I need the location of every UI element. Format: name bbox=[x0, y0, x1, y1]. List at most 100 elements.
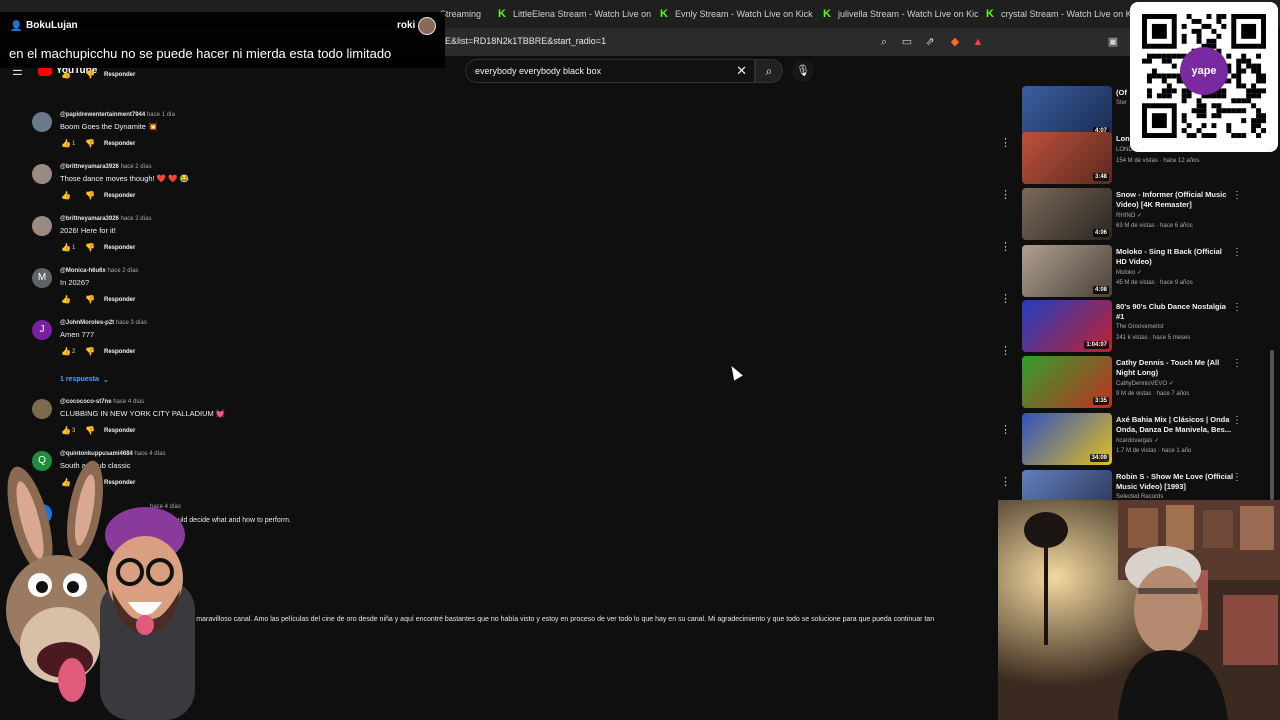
share-icon[interactable]: ⇗ bbox=[922, 34, 938, 50]
video-thumbnail[interactable]: 4:08 bbox=[1022, 245, 1112, 297]
comment-more-icon[interactable]: ⋮ bbox=[1000, 292, 1011, 305]
comment-more-icon[interactable]: ⋮ bbox=[1000, 240, 1011, 253]
qr-module bbox=[1181, 98, 1187, 104]
video-thumbnail[interactable]: 1:04:07 bbox=[1022, 300, 1112, 352]
zoom-icon[interactable]: ⌕ bbox=[876, 34, 892, 50]
reply-button[interactable]: Responder bbox=[104, 428, 135, 434]
video-thumbnail[interactable]: 4:06 bbox=[1022, 188, 1112, 240]
dislike-icon[interactable]: 👎 bbox=[84, 295, 96, 304]
dislike-icon[interactable]: 👎 bbox=[84, 426, 96, 435]
like-icon[interactable]: 👍 bbox=[60, 295, 72, 304]
comment-time[interactable]: hace 4 días bbox=[135, 451, 166, 457]
comment-username[interactable]: @brittneyamara3926 bbox=[60, 164, 119, 170]
video-channel[interactable]: Ster bbox=[1116, 100, 1127, 106]
browser-tab[interactable]: Kjulivella Stream - Watch Live on Kick bbox=[823, 4, 978, 24]
video-thumbnail[interactable]: 3:35 bbox=[1022, 356, 1112, 408]
reply-button[interactable]: Responder bbox=[104, 245, 135, 251]
comment-time[interactable]: hace 1 día bbox=[147, 112, 175, 118]
comment-username[interactable]: @Monica-h6u6x bbox=[60, 268, 106, 274]
video-title[interactable]: Axé Bahia Mix | Clásicos | Onda Onda, Da… bbox=[1116, 415, 1234, 435]
brave-rewards-icon[interactable]: ▲ bbox=[970, 34, 986, 50]
comment-username[interactable]: @cocococo-st7ne bbox=[60, 399, 112, 405]
recommended-video[interactable]: 1:04:07 80's 90's Club Dance Nostalgia #1… bbox=[1022, 300, 1242, 354]
reply-button[interactable]: Responder bbox=[104, 349, 135, 355]
video-thumbnail[interactable]: 3:48 bbox=[1022, 132, 1112, 184]
comment-more-icon[interactable]: ⋮ bbox=[1000, 136, 1011, 149]
cast-icon[interactable]: ▭ bbox=[899, 34, 915, 50]
comment-avatar[interactable] bbox=[32, 112, 52, 132]
browser-tab[interactable]: K Evnly Stream - Watch Live on Kick bbox=[660, 4, 815, 24]
comment-time[interactable]: hace 3 días bbox=[116, 320, 147, 326]
dislike-icon[interactable]: 👎 bbox=[84, 70, 96, 79]
recommended-video[interactable]: 4:08 Moloko - Sing It Back (Official HD V… bbox=[1022, 245, 1242, 299]
like-icon[interactable]: 👍 bbox=[60, 243, 72, 252]
comment-avatar[interactable] bbox=[32, 164, 52, 184]
video-thumbnail[interactable] bbox=[1022, 470, 1112, 500]
comment-username[interactable]: @JohnMoroles-p2t bbox=[60, 320, 114, 326]
comment-time[interactable]: hace 4 días bbox=[113, 399, 144, 405]
comment-more-icon[interactable]: ⋮ bbox=[1000, 344, 1011, 357]
comment-avatar[interactable]: M bbox=[32, 268, 52, 288]
comment-username[interactable]: @quintonkuppusami4684 bbox=[60, 451, 133, 457]
scrollbar-thumb[interactable] bbox=[1270, 350, 1274, 500]
comment-more-icon[interactable]: ⋮ bbox=[1000, 423, 1011, 436]
video-title[interactable]: Moloko - Sing It Back (Official HD Video… bbox=[1116, 247, 1234, 267]
comment-username[interactable]: @papidrewentertainment7944 bbox=[60, 112, 145, 118]
dislike-icon[interactable]: 👎 bbox=[84, 139, 96, 148]
qr-module bbox=[1181, 88, 1187, 94]
reply-button[interactable]: Responder bbox=[104, 141, 135, 147]
browser-tab[interactable]: K LittleElena Stream - Watch Live on Ki bbox=[498, 4, 653, 24]
video-more-icon[interactable]: ⋮ bbox=[1232, 358, 1242, 369]
comment-time[interactable]: hace 2 días bbox=[121, 216, 152, 222]
video-channel[interactable]: ricardovargas ✓ bbox=[1116, 437, 1159, 444]
like-icon[interactable]: 👍 bbox=[60, 191, 72, 200]
replies-toggle[interactable]: 1 respuesta ⌄ bbox=[60, 376, 109, 384]
comment-avatar[interactable] bbox=[32, 399, 52, 419]
recommended-video[interactable]: Robin S - Show Me Love (Official Music V… bbox=[1022, 470, 1242, 500]
video-title[interactable]: 80's 90's Club Dance Nostalgia #1 bbox=[1116, 302, 1234, 322]
video-more-icon[interactable]: ⋮ bbox=[1232, 302, 1242, 313]
comment-avatar[interactable]: J bbox=[32, 320, 52, 340]
qr-module bbox=[1196, 108, 1202, 114]
video-more-icon[interactable]: ⋮ bbox=[1232, 415, 1242, 426]
video-channel[interactable]: The Groovemetist bbox=[1116, 324, 1164, 330]
video-channel[interactable]: Moloko ✓ bbox=[1116, 269, 1142, 276]
like-icon[interactable]: 👍 bbox=[60, 70, 72, 79]
dislike-icon[interactable]: 👎 bbox=[84, 243, 96, 252]
video-title[interactable]: Cathy Dennis - Touch Me (All Night Long) bbox=[1116, 358, 1234, 378]
comment-avatar[interactable] bbox=[32, 216, 52, 236]
dislike-icon[interactable]: 👎 bbox=[84, 347, 96, 356]
video-more-icon[interactable]: ⋮ bbox=[1232, 247, 1242, 258]
video-more-icon[interactable]: ⋮ bbox=[1232, 472, 1242, 483]
recommended-video[interactable]: 34:09 Axé Bahia Mix | Clásicos | Onda Ond… bbox=[1022, 413, 1242, 467]
like-icon[interactable]: 👍 bbox=[60, 347, 72, 356]
sidebar-toggle-icon[interactable]: ▣ bbox=[1105, 34, 1121, 50]
reply-button[interactable]: Responder bbox=[104, 193, 135, 199]
qr-module bbox=[1201, 23, 1207, 29]
dislike-icon[interactable]: 👎 bbox=[84, 191, 96, 200]
comment-time[interactable]: hace 2 días bbox=[121, 164, 152, 170]
comment-more-icon[interactable]: ⋮ bbox=[1000, 475, 1011, 488]
recommended-video[interactable]: 3:35 Cathy Dennis - Touch Me (All Night L… bbox=[1022, 356, 1242, 410]
qr-module bbox=[1216, 93, 1222, 99]
url-text[interactable]: E&list=RD18N2k1TBBRE&start_radio=1 bbox=[445, 36, 606, 46]
video-thumbnail[interactable]: 4:07 bbox=[1022, 86, 1112, 138]
qr-module bbox=[1241, 68, 1247, 74]
reply-button[interactable]: Responder bbox=[104, 297, 135, 303]
comment: M @Monica-h6u6x hace 2 días In 2026? 👍 👎 Resp… bbox=[32, 268, 992, 320]
like-icon[interactable]: 👍 bbox=[60, 139, 72, 148]
video-title[interactable]: Robin S - Show Me Love (Official Music V… bbox=[1116, 472, 1234, 492]
comment-more-icon[interactable]: ⋮ bbox=[1000, 188, 1011, 201]
recommended-video[interactable]: 4:06 Snow - Informer (Official Music Vide… bbox=[1022, 188, 1242, 242]
reply-button[interactable]: Responder bbox=[104, 72, 135, 78]
browser-tab[interactable]: Kcrystal Stream - Watch Live on Kick bbox=[986, 4, 1141, 24]
video-more-icon[interactable]: ⋮ bbox=[1232, 190, 1242, 201]
video-channel[interactable]: RHINO ✓ bbox=[1116, 212, 1142, 219]
video-title[interactable]: Snow - Informer (Official Music Video) [… bbox=[1116, 190, 1234, 210]
comment-username[interactable]: @brittneyamara3926 bbox=[60, 216, 119, 222]
video-channel[interactable]: CathyDennisVEVO ✓ bbox=[1116, 380, 1174, 387]
comment-time[interactable]: hace 2 días bbox=[108, 268, 139, 274]
like-icon[interactable]: 👍 bbox=[60, 426, 72, 435]
brave-shield-icon[interactable]: ◆ bbox=[947, 34, 963, 50]
video-thumbnail[interactable]: 34:09 bbox=[1022, 413, 1112, 465]
